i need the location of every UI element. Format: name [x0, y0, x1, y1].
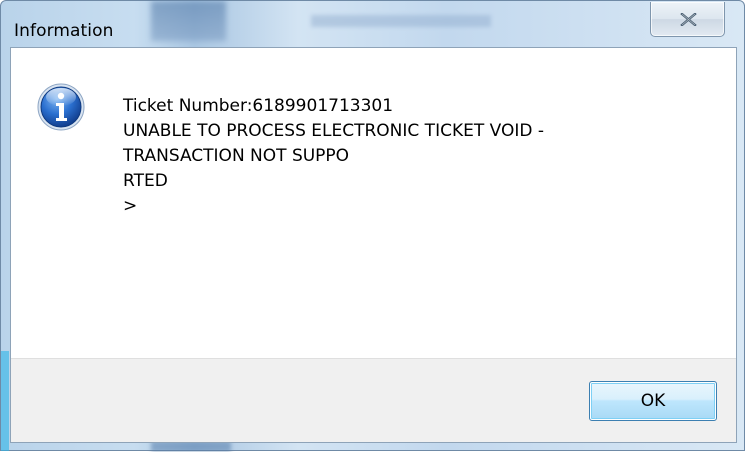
window-title: Information [14, 21, 114, 41]
message-line: UNABLE TO PROCESS ELECTRONIC TICKET VOID… [123, 121, 544, 141]
close-button[interactable] [650, 2, 725, 37]
message-line: RTED [123, 171, 168, 191]
background-blur [151, 1, 226, 41]
dialog-window: Information Ticket Number:6189901713301 … [0, 0, 745, 452]
background-blur [311, 15, 491, 27]
message-line: TRANSACTION NOT SUPPO [123, 146, 350, 166]
message-line: Ticket Number:6189901713301 [123, 96, 394, 116]
dialog-footer: OK [11, 358, 736, 442]
close-x-icon [680, 13, 697, 26]
message-line: > [123, 196, 138, 216]
message-text: Ticket Number:6189901713301 UNABLE TO PR… [123, 94, 544, 219]
dialog-content: Ticket Number:6189901713301 UNABLE TO PR… [10, 47, 737, 443]
information-icon [37, 83, 85, 131]
ok-button[interactable]: OK [589, 381, 717, 421]
background-blur [1, 351, 9, 451]
